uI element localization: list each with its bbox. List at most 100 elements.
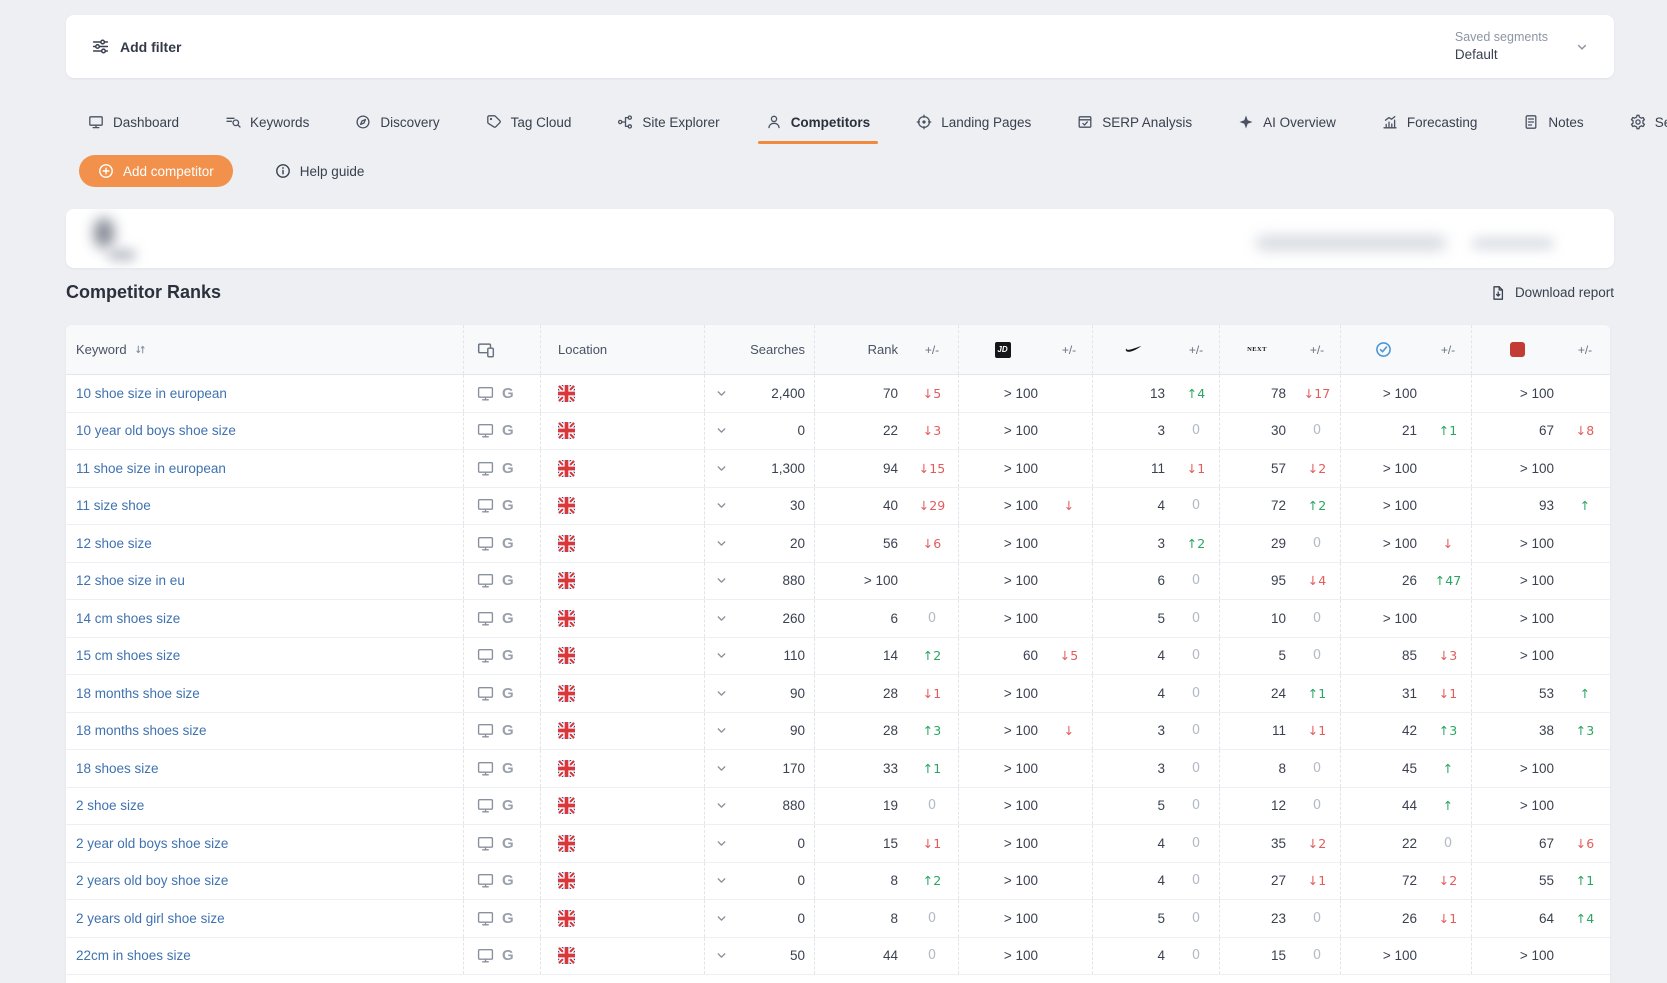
- competitor-column-header-5[interactable]: +/-: [1471, 325, 1610, 374]
- expand-chevron-icon[interactable]: [715, 912, 728, 925]
- keyword-link[interactable]: 18 months shoes size: [76, 723, 207, 738]
- expand-chevron-icon[interactable]: [715, 387, 728, 400]
- keyword-link[interactable]: 10 year old boys shoe size: [76, 423, 236, 438]
- expand-chevron-icon[interactable]: [715, 499, 728, 512]
- google-icon: G: [502, 611, 514, 626]
- table-row[interactable]: 10 shoe size in european G: [66, 375, 1610, 413]
- competitor-rank-cell-3: 100: [1219, 600, 1340, 637]
- table-row[interactable]: 14 cm shoes size G: [66, 600, 1610, 638]
- tab-tag-cloud[interactable]: Tag Cloud: [486, 107, 572, 137]
- competitor-rank-cell-3: 95↓4: [1219, 563, 1340, 600]
- table-row[interactable]: 15 cm shoes size G: [66, 638, 1610, 676]
- table-row[interactable]: 2 years old girl shoe size G: [66, 900, 1610, 938]
- tab-discovery[interactable]: Discovery: [355, 107, 439, 137]
- rank-column-header[interactable]: Rank +/-: [814, 325, 958, 374]
- searches-value: 1,300: [771, 461, 805, 476]
- keyword-link[interactable]: 22cm in shoes size: [76, 948, 191, 963]
- competitor-rank-cell-5: > 100: [1471, 750, 1610, 787]
- desktop-icon: [477, 835, 494, 852]
- table-row[interactable]: 10 year old boys shoe size G: [66, 413, 1610, 451]
- tab-landing-pages[interactable]: Landing Pages: [916, 107, 1031, 137]
- expand-chevron-icon[interactable]: [715, 537, 728, 550]
- expand-chevron-icon[interactable]: [715, 949, 728, 962]
- keyword-link[interactable]: 12 shoe size: [76, 536, 152, 551]
- keyword-link[interactable]: 15 cm shoes size: [76, 648, 180, 663]
- expand-chevron-icon[interactable]: [715, 762, 728, 775]
- expand-chevron-icon[interactable]: [715, 837, 728, 850]
- competitor-rank-cell-5: > 100: [1471, 638, 1610, 675]
- desktop-icon: [477, 647, 494, 664]
- rank-cell: 15↓1: [814, 825, 958, 862]
- desktop-icon: [477, 497, 494, 514]
- competitor-column-header-3[interactable]: NEXT +/-: [1219, 325, 1340, 374]
- download-report-button[interactable]: Download report: [1490, 285, 1614, 301]
- tab-dashboard[interactable]: Dashboard: [88, 107, 179, 137]
- searches-column-header[interactable]: Searches: [704, 325, 814, 374]
- expand-chevron-icon[interactable]: [715, 612, 728, 625]
- help-guide-link[interactable]: Help guide: [275, 163, 365, 179]
- competitor-rank-cell-1: > 100: [958, 450, 1092, 487]
- tab-settings[interactable]: Settings: [1630, 107, 1667, 137]
- competitor-column-header-2[interactable]: +/-: [1092, 325, 1219, 374]
- add-filter-button[interactable]: Add filter: [92, 38, 181, 55]
- keyword-link[interactable]: 11 shoe size in european: [76, 461, 226, 476]
- table-row[interactable]: 2 shoe size G: [66, 788, 1610, 826]
- action-row: Add competitor Help guide: [79, 155, 364, 187]
- add-competitor-label: Add competitor: [123, 164, 214, 179]
- uk-flag-icon: [558, 535, 575, 552]
- expand-chevron-icon[interactable]: [715, 687, 728, 700]
- keyword-column-header[interactable]: Keyword: [66, 325, 463, 374]
- tab-ai-overview[interactable]: AI Overview: [1238, 107, 1336, 137]
- keyword-link[interactable]: 10 shoe size in european: [76, 386, 227, 401]
- keyword-link[interactable]: 12 shoe size in eu: [76, 573, 185, 588]
- keyword-link[interactable]: 2 years old boy shoe size: [76, 873, 228, 888]
- expand-chevron-icon[interactable]: [715, 649, 728, 662]
- competitor-rank-cell-1: 60↓5: [958, 638, 1092, 675]
- expand-chevron-icon[interactable]: [715, 799, 728, 812]
- competitor-rank-cell-3: 24↑1: [1219, 675, 1340, 712]
- table-row[interactable]: 2 years old boy shoe size G: [66, 863, 1610, 901]
- tab-keywords[interactable]: Keywords: [225, 107, 309, 137]
- desktop-icon: [477, 722, 494, 739]
- table-row[interactable]: 12 shoe size G: [66, 525, 1610, 563]
- searches-value: 0: [797, 911, 805, 926]
- tab-forecasting[interactable]: Forecasting: [1382, 107, 1478, 137]
- competitor-rank-cell-1: > 100: [958, 525, 1092, 562]
- table-row[interactable]: 18 shoes size G: [66, 750, 1610, 788]
- expand-chevron-icon[interactable]: [715, 874, 728, 887]
- add-competitor-button[interactable]: Add competitor: [79, 155, 233, 187]
- keyword-link[interactable]: 2 year old boys shoe size: [76, 836, 228, 851]
- competitor-column-header-1[interactable]: JD +/-: [958, 325, 1092, 374]
- keyword-link[interactable]: 18 shoes size: [76, 761, 159, 776]
- competitor-ranks-table: Keyword Location Search: [66, 325, 1610, 983]
- keyword-link[interactable]: 2 years old girl shoe size: [76, 911, 225, 926]
- table-row[interactable]: 22cm in shoes size G: [66, 938, 1610, 976]
- competitor-column-header-4[interactable]: +/-: [1340, 325, 1471, 374]
- table-row[interactable]: 12 shoe size in eu G: [66, 563, 1610, 601]
- table-row[interactable]: 2 year old boys shoe size G: [66, 825, 1610, 863]
- table-row[interactable]: 18 months shoes size G: [66, 713, 1610, 751]
- tab-serp-analysis[interactable]: SERP Analysis: [1077, 107, 1192, 137]
- tab-competitors[interactable]: Competitors: [766, 107, 871, 137]
- keyword-link[interactable]: 18 months shoe size: [76, 686, 200, 701]
- tab-notes[interactable]: Notes: [1523, 107, 1583, 137]
- uk-flag-icon: [558, 647, 575, 664]
- expand-chevron-icon[interactable]: [715, 424, 728, 437]
- keyword-link[interactable]: 14 cm shoes size: [76, 611, 180, 626]
- devices-icon: [477, 341, 495, 359]
- expand-chevron-icon[interactable]: [715, 574, 728, 587]
- searches-value: 2,400: [771, 386, 805, 401]
- keyword-link[interactable]: 2 shoe size: [76, 798, 144, 813]
- keyword-link[interactable]: 11 size shoe: [76, 498, 151, 513]
- expand-chevron-icon[interactable]: [715, 724, 728, 737]
- uk-flag-icon: [558, 385, 575, 402]
- tag-cloud-icon: [486, 114, 502, 130]
- table-row[interactable]: 18 months shoe size G: [66, 675, 1610, 713]
- expand-chevron-icon[interactable]: [715, 462, 728, 475]
- table-row[interactable]: 11 shoe size in european G: [66, 450, 1610, 488]
- nike-swoosh-favicon: [1124, 341, 1142, 359]
- saved-segments-dropdown[interactable]: Saved segments Default: [1455, 29, 1588, 64]
- tab-site-explorer[interactable]: Site Explorer: [617, 107, 719, 137]
- desktop-icon: [477, 797, 494, 814]
- table-row[interactable]: 11 size shoe G: [66, 488, 1610, 526]
